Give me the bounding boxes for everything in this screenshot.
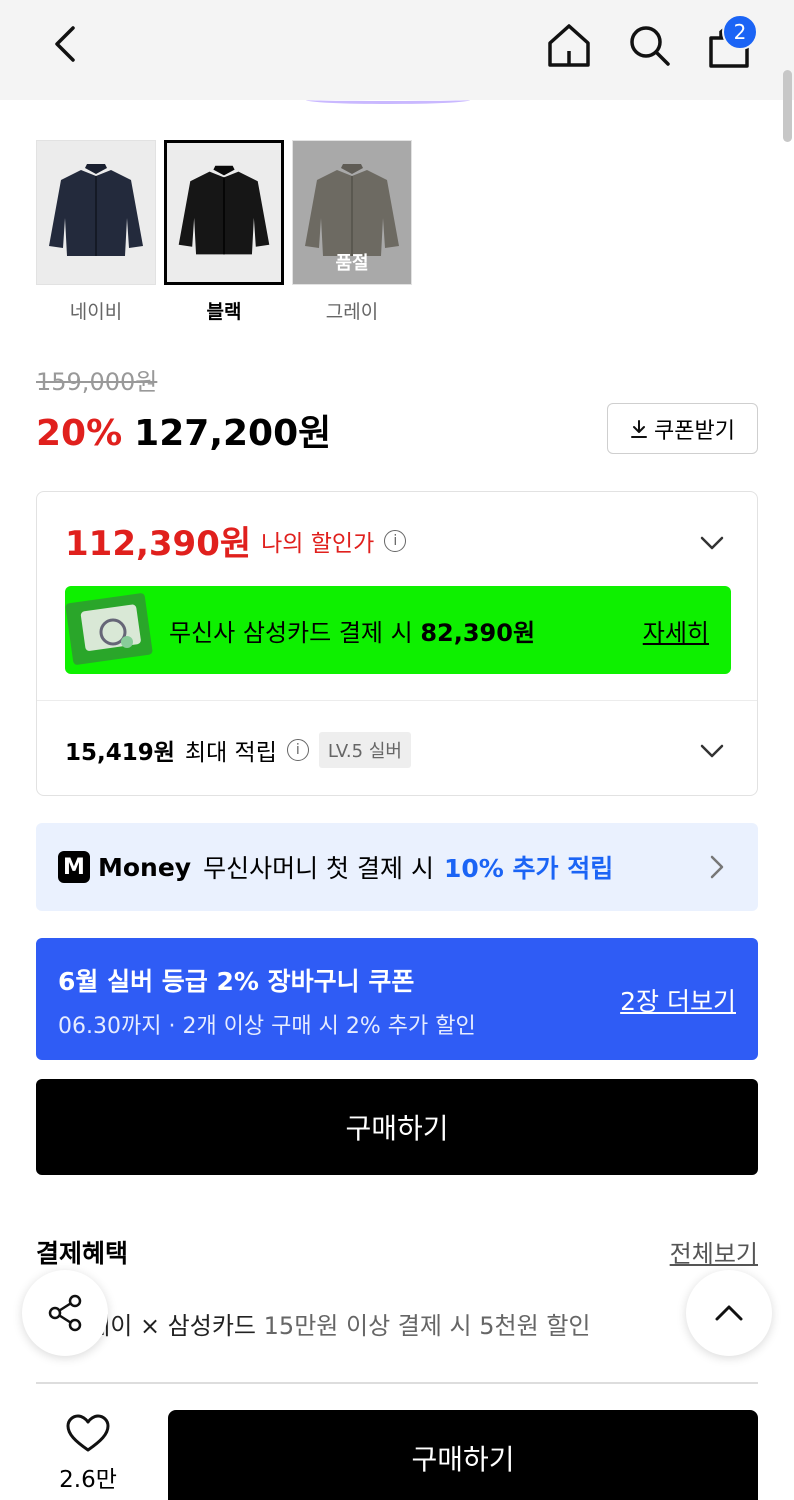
color-options: 네이비 블랙 품절 그레이 — [36, 140, 412, 324]
chevron-down-icon[interactable] — [697, 736, 727, 766]
chevron-down-icon[interactable] — [697, 528, 727, 558]
payment-benefit-item[interactable]: 토스페이 × 삼성카드 15만원 이상 결제 시 5천원 할인 — [44, 1306, 694, 1341]
product-thumbnail: 품절 — [292, 140, 412, 285]
card-detail-link[interactable]: 자세히 — [643, 613, 709, 648]
card-image: MUSINSA — [65, 593, 153, 665]
bottom-action-bar: 2.6만 구매하기 — [0, 1386, 794, 1500]
tab-indicator — [306, 96, 470, 104]
bottom-buy-button[interactable]: 구매하기 — [168, 1410, 758, 1500]
points-label: 최대 적립 — [184, 740, 277, 766]
price-row: 20% 127,200원 — [36, 404, 331, 456]
share-button[interactable] — [22, 1270, 108, 1356]
product-thumbnail — [164, 140, 284, 285]
view-all-link[interactable]: 전체보기 — [670, 1234, 758, 1269]
coupon-download-button[interactable]: 쿠폰받기 — [607, 403, 758, 454]
soldout-badge: 품절 — [335, 253, 369, 274]
grade-coupon-banner[interactable]: 6월 실버 등급 2% 장바구니 쿠폰 06.30까지 · 2개 이상 구매 시… — [36, 938, 758, 1060]
jacket-image — [178, 165, 270, 254]
divider — [37, 700, 757, 701]
points-amount: 15,419원 — [65, 740, 175, 766]
discount-rate: 20% — [36, 413, 123, 454]
coupon-more-link[interactable]: 2장 더보기 — [620, 982, 736, 1018]
back-button[interactable] — [40, 20, 88, 68]
card-promo-price: 82,390원 — [420, 619, 536, 647]
coupon-title: 6월 실버 등급 2% 장바구니 쿠폰 — [58, 967, 415, 996]
card-promo-text: 무신사 삼성카드 결제 시 82,390원 — [169, 613, 535, 648]
color-label: 그레이 — [325, 301, 379, 323]
top-nav-bar: 2 — [0, 0, 794, 100]
info-icon[interactable]: i — [384, 529, 407, 552]
my-price-label: 나의 할인가 — [261, 530, 375, 557]
scrollbar[interactable] — [783, 70, 792, 142]
my-price-row[interactable]: 112,390원 나의 할인가 i — [65, 516, 407, 565]
home-icon — [548, 24, 590, 67]
color-option-gray[interactable]: 품절 그레이 — [292, 140, 412, 324]
money-brand: Money — [98, 852, 192, 882]
chevron-right-icon — [710, 855, 724, 879]
money-logo-icon: M — [58, 851, 90, 883]
search-button[interactable] — [620, 16, 678, 74]
color-option-navy[interactable]: 네이비 — [36, 140, 156, 324]
chevron-left-icon — [55, 26, 75, 62]
original-price: 159,000원 — [36, 368, 158, 396]
download-icon — [631, 419, 648, 438]
color-option-black[interactable]: 블랙 — [164, 140, 284, 324]
like-count: 2.6만 — [59, 1467, 117, 1493]
payment-benefits-title: 결제혜택 — [36, 1239, 129, 1268]
money-highlight: 10% 추가 적립 — [443, 854, 614, 883]
cart-count-badge: 2 — [722, 14, 758, 50]
points-row[interactable]: 15,419원 최대 적립 i LV.5 실버 — [65, 732, 411, 768]
discount-benefit-box: 112,390원 나의 할인가 i MUSINSA 무신사 삼성카드 결제 시 … — [36, 491, 758, 796]
search-icon — [630, 26, 670, 66]
heart-icon — [66, 1414, 110, 1452]
coupon-button-label: 쿠폰받기 — [654, 418, 735, 444]
money-text: 무신사머니 첫 결제 시 — [203, 854, 434, 883]
level-badge: LV.5 실버 — [318, 732, 411, 768]
card-promo-banner[interactable]: MUSINSA 무신사 삼성카드 결제 시 82,390원 자세히 — [65, 586, 731, 674]
color-label: 블랙 — [206, 301, 242, 323]
musinsa-money-banner[interactable]: M Money 무신사머니 첫 결제 시 10% 추가 적립 — [36, 823, 758, 911]
scroll-top-button[interactable] — [686, 1270, 772, 1356]
home-button[interactable] — [540, 16, 598, 74]
sale-price: 127,200원 — [134, 413, 332, 454]
benefit-item-text: 15만원 이상 결제 시 5천원 할인 — [263, 1312, 591, 1340]
info-icon[interactable]: i — [286, 739, 309, 761]
buy-button[interactable]: 구매하기 — [36, 1079, 758, 1175]
divider — [36, 1382, 758, 1384]
jacket-image — [49, 163, 143, 256]
product-thumbnail — [36, 140, 156, 285]
card-promo-desc: 무신사 삼성카드 결제 시 — [169, 619, 413, 647]
chevron-up-icon — [715, 1305, 743, 1321]
my-discount-price: 112,390원 — [65, 524, 252, 564]
like-button[interactable]: 2.6만 — [50, 1414, 126, 1494]
coupon-subtitle: 06.30까지 · 2개 이상 구매 시 2% 추가 할인 — [58, 1014, 476, 1039]
share-icon — [48, 1294, 82, 1332]
color-label: 네이비 — [69, 301, 123, 323]
